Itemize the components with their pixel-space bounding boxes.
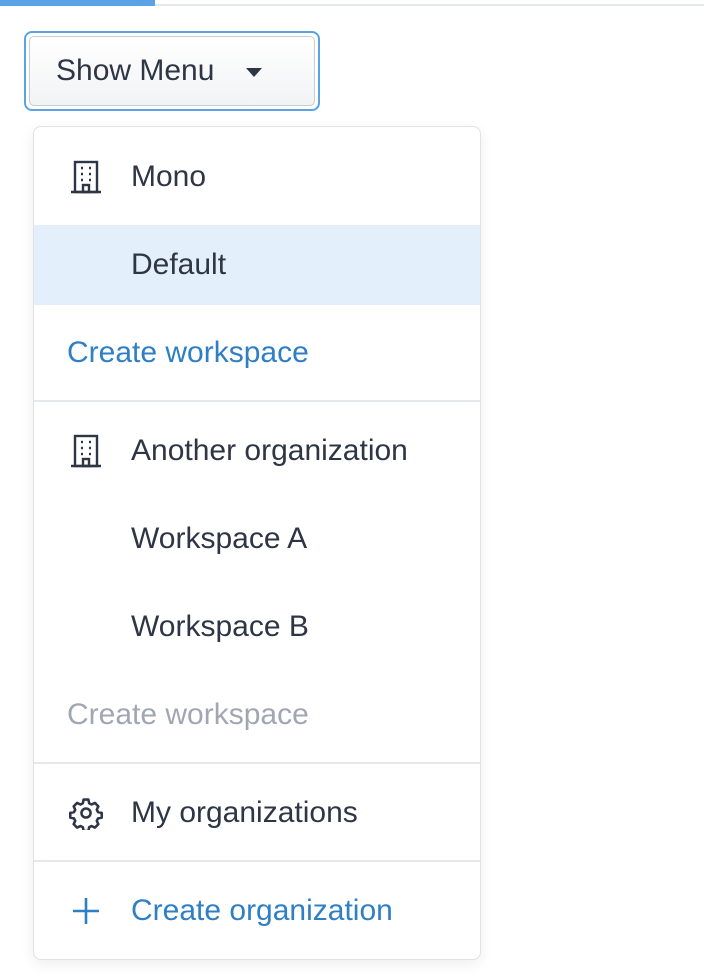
create-workspace-link-disabled: Create workspace [34,675,480,755]
workspace-item-default[interactable]: Default [34,225,480,305]
show-menu-label: Show Menu [56,54,215,87]
plus-icon [68,893,104,929]
create-organization-label: Create organization [131,894,393,927]
create-workspace-label: Create workspace [67,336,309,369]
workspace-item-workspace-a[interactable]: Workspace A [34,499,480,579]
menu-divider [34,400,480,402]
create-workspace-label: Create workspace [67,698,309,731]
workspace-item-workspace-b[interactable]: Workspace B [34,587,480,667]
loading-progress-bar [0,0,155,6]
my-organizations-label: My organizations [131,796,358,829]
create-organization-item[interactable]: Create organization [34,871,480,951]
workspace-label: Workspace A [131,522,308,555]
show-menu-focus-ring: Show Menu [24,31,320,111]
org-name: Mono [131,160,207,193]
org-header-another-organization[interactable]: Another organization [34,411,480,491]
create-workspace-link[interactable]: Create workspace [34,313,480,393]
my-organizations-item[interactable]: My organizations [34,773,480,853]
workspace-label: Default [131,248,227,281]
org-name: Another organization [131,434,408,467]
gear-icon [68,795,104,831]
caret-down-icon [246,67,263,77]
building-icon [68,159,104,195]
menu-divider [34,762,480,764]
show-menu-button[interactable]: Show Menu [29,36,315,106]
building-icon [68,433,104,469]
org-header-mono[interactable]: Mono [34,137,480,217]
workspace-dropdown-menu: Mono Default Create workspace Another or… [33,126,481,960]
menu-divider [34,860,480,862]
workspace-label: Workspace B [131,610,309,643]
